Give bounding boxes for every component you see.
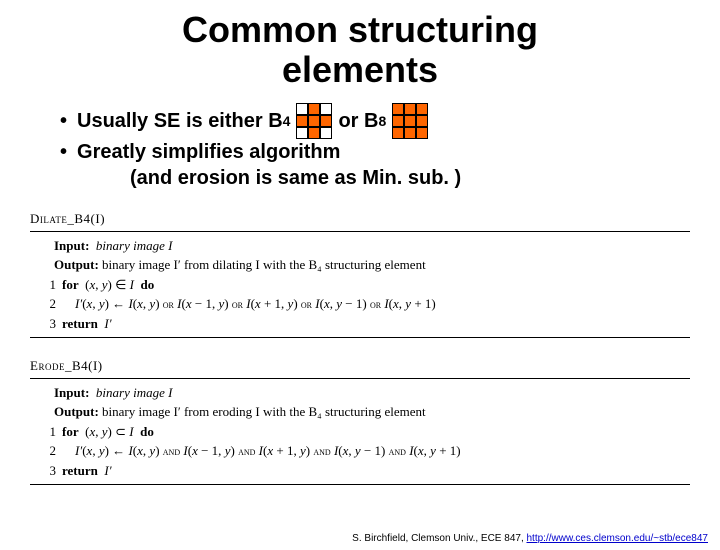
erode-input-text: binary image I — [96, 385, 173, 400]
dilate-header: Dilate_B4(I) — [30, 209, 690, 232]
footer: S. Birchfield, Clemson Univ., ECE 847, h… — [352, 533, 708, 544]
erode-output-text: binary image I′ from eroding I with the … — [102, 404, 426, 419]
bullet-dot-icon: • — [60, 108, 67, 134]
dilate-output-text: binary image I′ from dilating I with the… — [102, 257, 426, 272]
bullet-2: • Greatly simplifies algorithm — [60, 139, 690, 165]
title-line-1: Common structuring — [182, 9, 538, 50]
erode-header: Erode_B4(I) — [30, 356, 690, 379]
bullet-1-text-mid: or B — [338, 108, 378, 134]
b4-grid-icon — [296, 103, 332, 139]
bullet-2-text: Greatly simplifies algorithm — [77, 139, 340, 165]
algorithm-section: Dilate_B4(I) Input: binary image I Outpu… — [30, 209, 690, 485]
bullet-dot-icon: • — [60, 139, 67, 165]
input-label: Input: — [54, 385, 89, 400]
b8-grid-icon — [392, 103, 428, 139]
dilate-block: Dilate_B4(I) Input: binary image I Outpu… — [30, 209, 690, 338]
bullet-1-sub-8: 8 — [378, 112, 386, 130]
footer-text: S. Birchfield, Clemson Univ., ECE 847, — [352, 533, 526, 544]
bullet-2-continuation: (and erosion is same as Min. sub. ) — [130, 165, 690, 191]
bullet-1: • Usually SE is either B 4 or B 8 — [60, 103, 690, 139]
output-label: Output: — [54, 404, 99, 419]
bullet-list: • Usually SE is either B 4 or B 8 • Grea… — [60, 103, 690, 191]
input-label: Input: — [54, 238, 89, 253]
bullet-1-text-pre: Usually SE is either B — [77, 108, 283, 134]
output-label: Output: — [54, 257, 99, 272]
title-line-2: elements — [282, 49, 438, 90]
bullet-1-sub-4: 4 — [283, 112, 291, 130]
erode-block: Erode_B4(I) Input: binary image I Output… — [30, 356, 690, 485]
dilate-input-text: binary image I — [96, 238, 173, 253]
footer-link[interactable]: http://www.ces.clemson.edu/~stb/ece847 — [527, 533, 709, 544]
slide-title: Common structuring elements — [0, 10, 720, 89]
